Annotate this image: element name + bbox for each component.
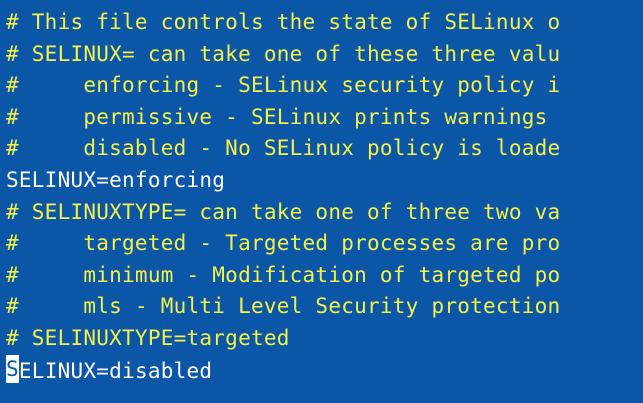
comment-line: # minimum - Modification of targeted po bbox=[6, 262, 561, 287]
comment-line: # SELINUXTYPE= can take one of three two… bbox=[6, 199, 561, 224]
config-line: SELINUX=enforcing bbox=[6, 167, 226, 192]
comment-line: # enforcing - SELinux security policy i bbox=[6, 73, 561, 98]
config-line-rest: ELINUX=disabled bbox=[18, 358, 213, 383]
comment-line: # disabled - No SELinux policy is loade bbox=[6, 136, 561, 161]
comment-line: # mls - Multi Level Security protection bbox=[6, 294, 561, 319]
comment-line: # SELINUX= can take one of these three v… bbox=[6, 41, 561, 66]
text-cursor: S bbox=[6, 354, 19, 383]
comment-line: # This file controls the state of SELinu… bbox=[6, 10, 561, 34]
terminal-editor[interactable]: # This file controls the state of SELinu… bbox=[0, 0, 643, 403]
comment-line: # SELINUXTYPE=targeted bbox=[6, 325, 290, 350]
comment-line: # permissive - SELinux prints warnings bbox=[6, 104, 561, 129]
comment-line: # targeted - Targeted processes are pro bbox=[6, 231, 561, 256]
config-line-cursor: SELINUX=disabled bbox=[6, 354, 643, 387]
